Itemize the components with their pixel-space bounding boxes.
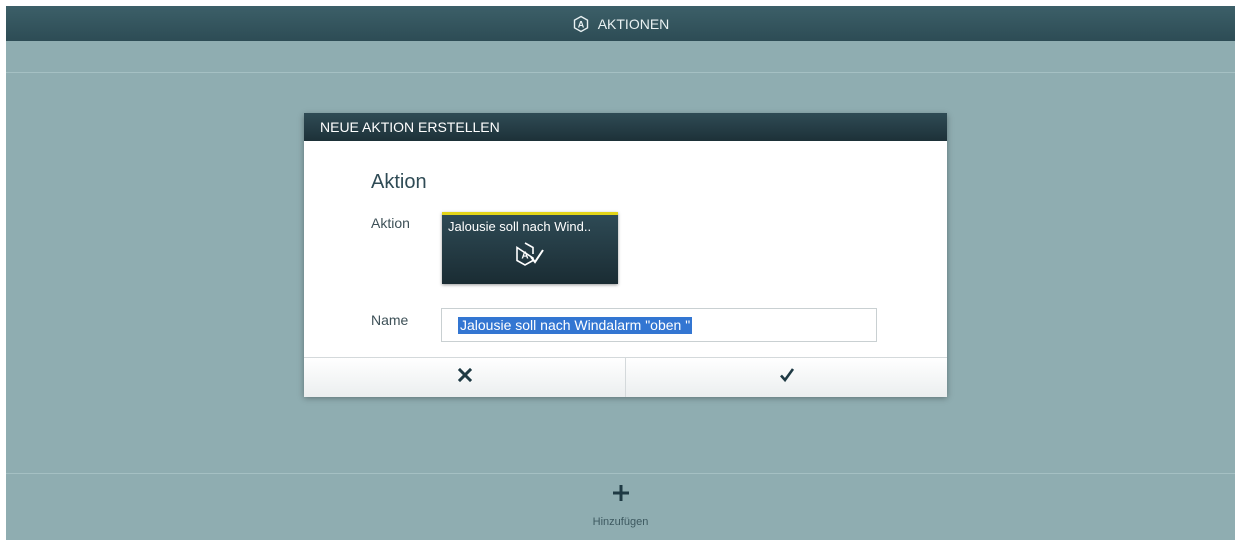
add-button[interactable]: Hinzufügen — [571, 484, 671, 540]
svg-text:A: A — [577, 19, 584, 29]
dialog-title: NEUE AKTION ERSTELLEN — [304, 113, 947, 141]
name-input-value: Jalousie soll nach Windalarm "oben " — [458, 317, 693, 334]
name-field-label: Name — [371, 312, 409, 328]
confirm-button[interactable] — [625, 358, 947, 397]
dialog-footer — [304, 357, 947, 397]
action-a-icon: A — [572, 15, 590, 33]
app-screen: A AKTIONEN NEUE AKTION ERSTELLEN Aktion … — [6, 6, 1235, 540]
action-tile-label: Jalousie soll nach Wind.. — [448, 219, 592, 234]
name-input[interactable]: Jalousie soll nach Windalarm "oben " — [441, 308, 877, 342]
add-button-label: Hinzufügen — [592, 516, 649, 528]
action-field-label: Aktion — [371, 215, 410, 231]
action-tile-button[interactable]: Jalousie soll nach Wind.. A — [442, 212, 618, 284]
section-title: Aktion — [371, 171, 427, 193]
close-icon — [457, 367, 472, 387]
checkmark-icon — [779, 367, 795, 388]
new-action-dialog: NEUE AKTION ERSTELLEN Aktion Aktion Jalo… — [304, 113, 947, 397]
svg-text:A: A — [521, 251, 528, 262]
top-bar-title-wrap: A AKTIONEN — [572, 15, 670, 33]
sub-bar — [6, 41, 1235, 73]
cancel-button[interactable] — [304, 358, 625, 397]
plus-icon — [571, 484, 671, 502]
top-bar: A AKTIONEN — [6, 6, 1235, 41]
action-check-icon: A — [514, 241, 546, 274]
page-title: AKTIONEN — [597, 15, 670, 32]
